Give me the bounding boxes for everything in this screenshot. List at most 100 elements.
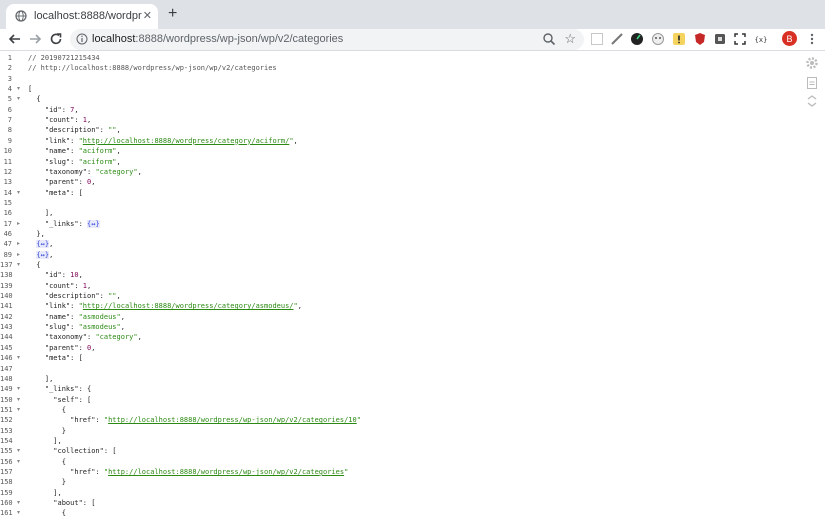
fold-toggle[interactable]: ▾ [17,405,20,415]
line-number: 89 [3,250,12,259]
fold-toggle[interactable]: ▸ [17,219,20,229]
ghost-extension-icon[interactable] [651,32,665,46]
code-token: , [116,157,121,166]
code-line: "parent": 0, [28,177,96,187]
gauge-extension-icon[interactable] [630,32,644,46]
collapse-icon[interactable] [805,94,819,108]
info-icon[interactable] [76,33,88,45]
code-token: , [297,302,302,311]
code-line: "slug": "aciform", [28,157,121,167]
code-line: "_links": { [28,384,91,394]
line-number: 152 [0,416,13,425]
code-token: "description": [28,292,109,301]
fold-toggle[interactable]: ▾ [17,260,20,270]
code-line: "link": "http://localhost:8888/wordpress… [28,136,298,146]
code-token: "asmodeus" [78,323,121,332]
fold-toggle[interactable]: ▾ [17,84,20,94]
line-number: 158 [0,478,13,487]
menu-icon[interactable] [805,32,819,46]
line-number: 141 [0,302,13,311]
collapsed-object[interactable]: {↔} [36,240,50,249]
json-link[interactable]: http://localhost:8888/wordpress/category… [83,302,294,310]
close-tab-icon[interactable]: ✕ [143,9,152,22]
fold-toggle[interactable]: ▾ [17,446,20,456]
code-token: "link": [28,136,79,145]
fold-toggle[interactable]: ▾ [17,395,20,405]
warning-extension-icon[interactable] [672,32,686,46]
code-line: // http://localhost:8888/wordpress/wp-js… [28,63,277,73]
code-token: "href": [28,468,104,476]
new-tab-button[interactable]: + [168,5,177,23]
code-token: "collection": [ [28,447,117,456]
json-link[interactable]: http://localhost:8888/wordpress/wp-json/… [108,468,344,476]
fold-toggle[interactable]: ▾ [17,94,20,104]
line-number: 161 [0,509,13,516]
puzzle-extension-icon[interactable] [713,32,727,46]
reload-icon[interactable] [47,30,65,48]
collapsed-object[interactable]: {↔} [87,219,100,228]
gear-icon[interactable] [805,56,819,70]
line-number: 140 [0,292,13,301]
line-number: 139 [0,281,13,290]
raw-icon[interactable] [805,76,819,90]
code-token: { [28,261,41,269]
fold-toggle[interactable]: ▾ [17,384,20,394]
code-token: { [28,509,66,516]
code-token: ], [28,209,54,218]
line-number: 155 [0,447,13,456]
code-line: }, [28,229,44,239]
code-line: "slug": "asmodeus", [28,322,125,332]
fold-toggle[interactable]: ▾ [17,188,20,198]
star-icon[interactable]: ☆ [564,31,576,47]
code-token: , [116,147,121,156]
fold-toggle[interactable]: ▾ [17,457,20,467]
code-line: "link": "http://localhost:8888/wordpress… [28,301,302,311]
url-text: localhost:8888/wordpress/wp-json/wp/v2/c… [92,33,343,45]
code-line: "parent": 0, [28,343,96,353]
code-line: "taxonomy": "category", [28,332,142,342]
profile-avatar[interactable]: B [782,31,797,46]
code-token: } [28,426,66,435]
code-token: "href": [28,416,104,425]
fold-toggle[interactable]: ▸ [17,239,20,249]
code-extension-icon[interactable]: {x} [754,32,768,46]
code-token: , [49,250,54,259]
collapsed-object[interactable]: {↔} [36,250,50,259]
code-token: [ [28,85,33,94]
code-token: } [28,478,66,487]
code-token: , [91,178,96,187]
fold-toggle[interactable]: ▸ [17,250,20,260]
address-bar[interactable]: localhost:8888/wordpress/wp-json/wp/v2/c… [70,29,584,50]
fold-toggle[interactable]: ▾ [17,498,20,508]
fold-toggle[interactable]: ▾ [17,353,20,363]
code-line: ], [28,488,61,498]
pencil-extension-icon[interactable] [610,32,624,46]
line-number: 144 [0,333,13,342]
json-link[interactable]: http://localhost:8888/wordpress/category… [83,137,290,145]
forward-icon[interactable] [26,30,44,48]
code-line: ], [28,374,53,384]
zoom-icon[interactable] [542,32,556,46]
line-number: 15 [3,198,12,207]
code-token: , [137,167,142,176]
shield-extension-icon[interactable] [693,32,707,46]
line-number: 12 [3,167,12,176]
code-token: "category" [95,167,138,176]
json-link[interactable]: http://localhost:8888/wordpress/wp-json/… [108,416,357,424]
url-host: localhost [92,33,136,45]
code-token: "asmodeus" [78,312,121,321]
screenshot-extension-icon[interactable] [733,32,747,46]
browser-tab[interactable]: localhost:8888/wordpress/wp- ✕ [6,4,158,29]
code-token: { [28,457,66,466]
code-token: "category" [95,333,138,342]
blank-extension-icon[interactable] [590,32,604,46]
fold-toggle[interactable]: ▾ [17,508,20,516]
line-number: 10 [3,147,12,156]
code-line: "href": "http://localhost:8888/wordpress… [28,415,361,425]
line-number: 138 [0,271,13,280]
back-icon[interactable] [6,30,24,48]
code-line: [ [28,84,32,94]
code-line: "description": "", [28,291,121,301]
line-number: 143 [0,323,13,332]
code-token: , [120,323,125,332]
